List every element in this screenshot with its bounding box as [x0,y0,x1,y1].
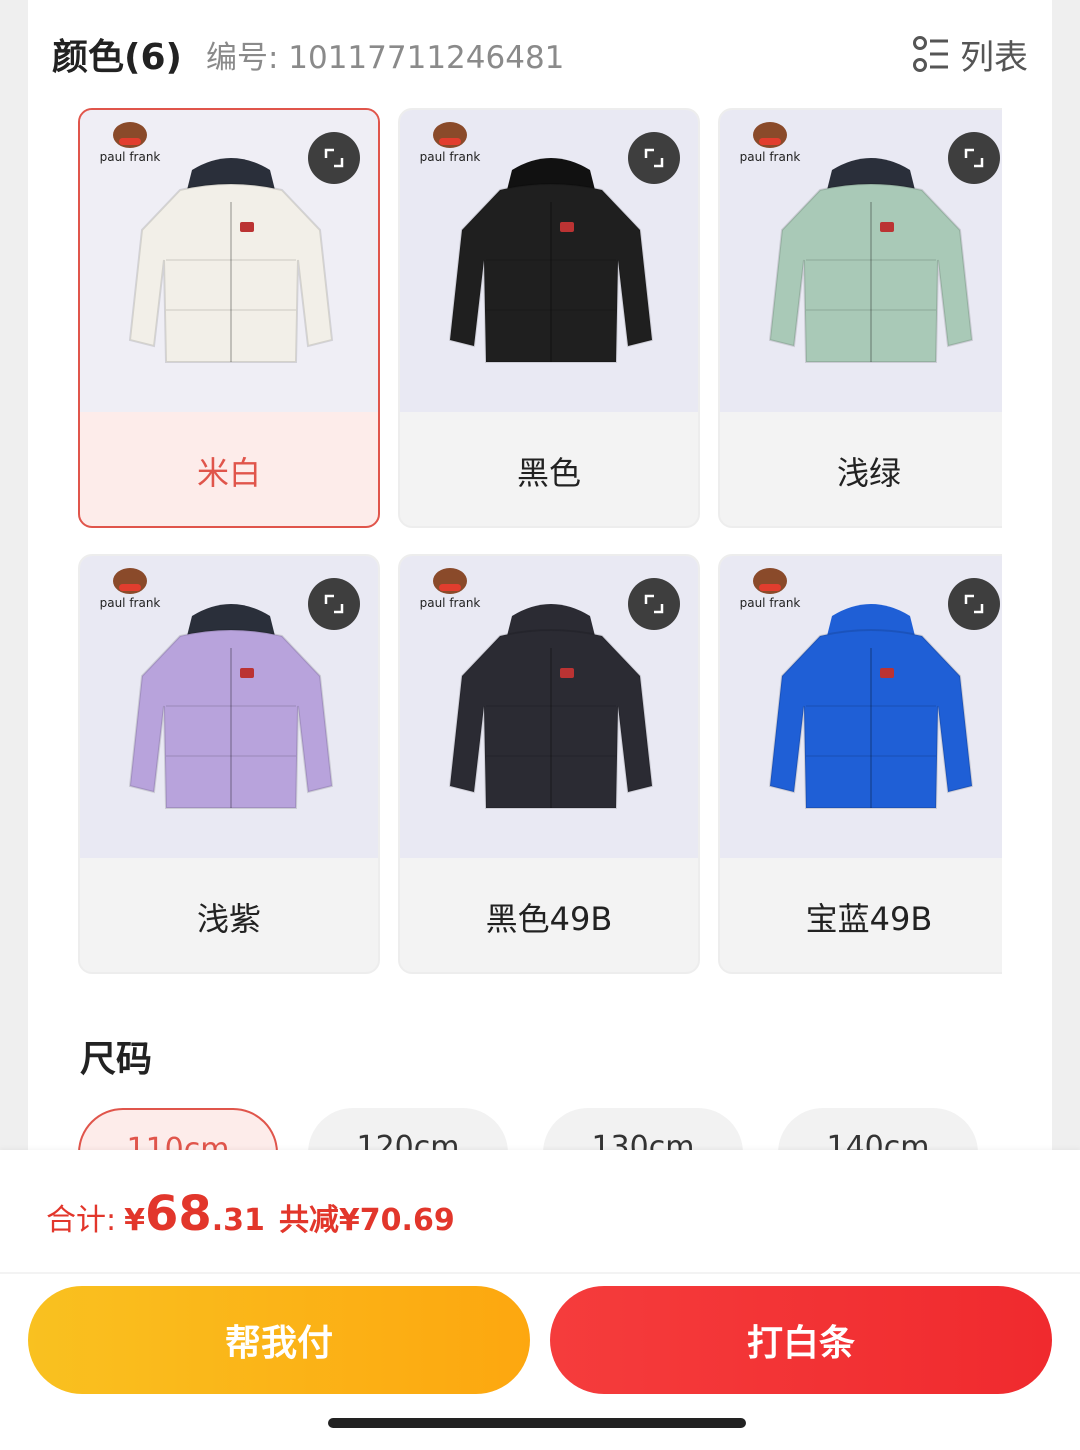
monkey-logo-icon [753,122,787,148]
list-view-label: 列表 [960,37,1028,78]
color-option[interactable]: paul frank 米白 [78,108,380,528]
monkey-logo-icon [433,568,467,594]
product-image: paul frank [80,110,378,412]
list-view-toggle[interactable]: 列表 [912,30,1028,79]
product-image: paul frank [400,110,698,412]
jacket-image [448,158,654,363]
bottom-bar: 合计: ¥ 68 .31 共减¥70.69 帮我付 打白条 [0,1150,1080,1450]
expand-icon[interactable] [948,132,1000,184]
divider [0,1272,1080,1274]
expand-icon[interactable] [628,132,680,184]
color-label: 宝蓝49B [805,900,933,938]
monkey-logo-icon [753,568,787,594]
baitiao-button[interactable]: 打白条 [550,1286,1052,1394]
jacket-image [768,158,974,363]
product-image: paul frank [400,556,698,858]
expand-icon[interactable] [308,132,360,184]
currency-symbol: ¥ [124,1203,145,1238]
total-label: 合计: [46,1203,117,1238]
total-price: 合计: ¥ 68 .31 共减¥70.69 [46,1186,455,1242]
saving-text: 共减¥70.69 [278,1203,455,1238]
expand-icon[interactable] [628,578,680,630]
color-label: 米白 [196,454,261,492]
color-option[interactable]: paul frank 黑色49B [398,554,700,974]
monkey-logo-icon [113,122,147,148]
size-title: 尺码 [80,1039,153,1080]
jacket-image [768,604,974,809]
monkey-logo-icon [113,568,147,594]
jacket-image [128,604,334,809]
price-decimal: .31 [211,1203,265,1238]
product-image: paul frank [720,556,1002,858]
color-option[interactable]: paul frank 浅紫 [78,554,380,974]
monkey-logo-icon [433,122,467,148]
home-indicator [328,1418,746,1428]
price-integer: 68 [144,1186,212,1242]
help-me-pay-button[interactable]: 帮我付 [28,1286,530,1394]
product-image: paul frank [80,556,378,858]
color-option[interactable]: paul frank 宝蓝49B [718,554,1002,974]
product-code: 编号: 10117711246481 [205,39,565,76]
color-option[interactable]: paul frank 黑色 [398,108,700,528]
color-header: 颜色(6) 编号: 10117711246481 列表 [52,26,1028,82]
expand-icon[interactable] [948,578,1000,630]
color-label: 黑色49B [485,900,613,938]
jacket-image [448,604,654,809]
product-image: paul frank [720,110,1002,412]
color-label: 黑色 [516,454,581,492]
color-title: 颜色(6) [52,37,182,78]
expand-icon[interactable] [308,578,360,630]
color-option[interactable]: paul frank 浅绿 [718,108,1002,528]
jacket-image [128,158,334,363]
color-label: 浅绿 [836,454,901,492]
color-grid: paul frank 米白 paul frank 黑色 paul frank 浅… [78,108,1002,974]
list-icon [913,36,948,72]
color-label: 浅紫 [196,900,261,938]
